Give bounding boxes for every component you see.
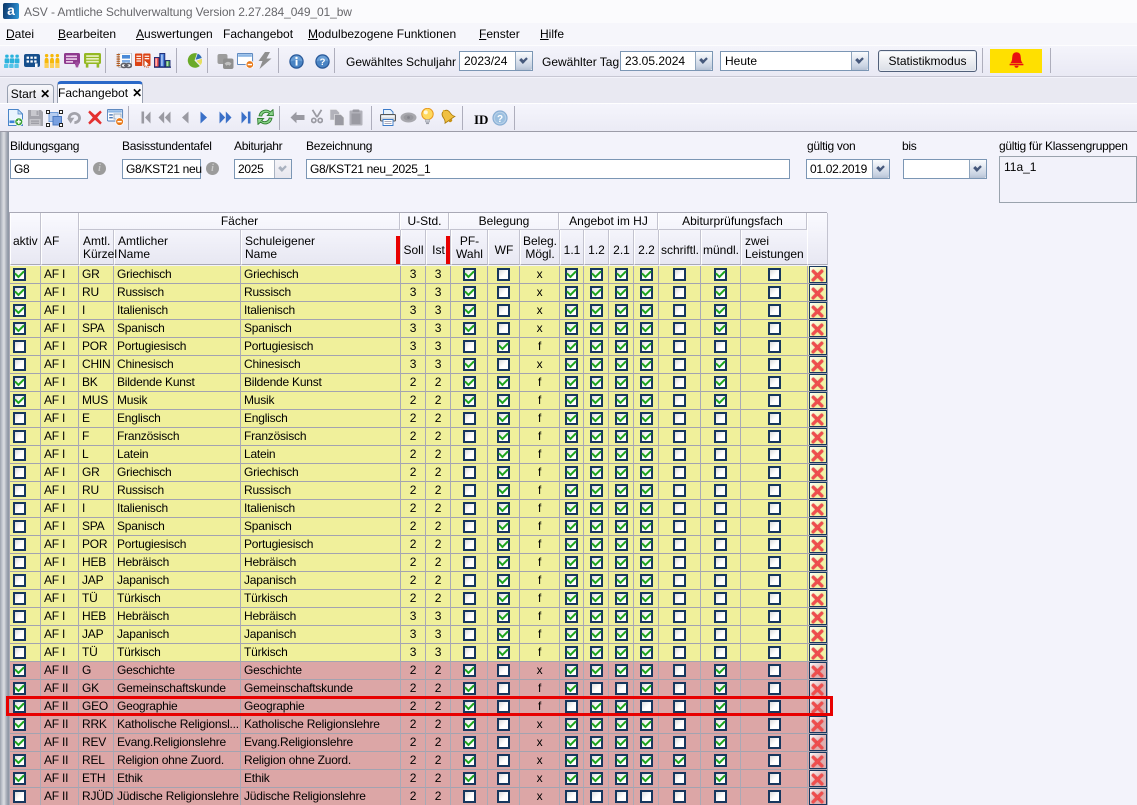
svg-text:?: ? xyxy=(320,57,326,68)
svg-text:?: ? xyxy=(497,114,503,125)
